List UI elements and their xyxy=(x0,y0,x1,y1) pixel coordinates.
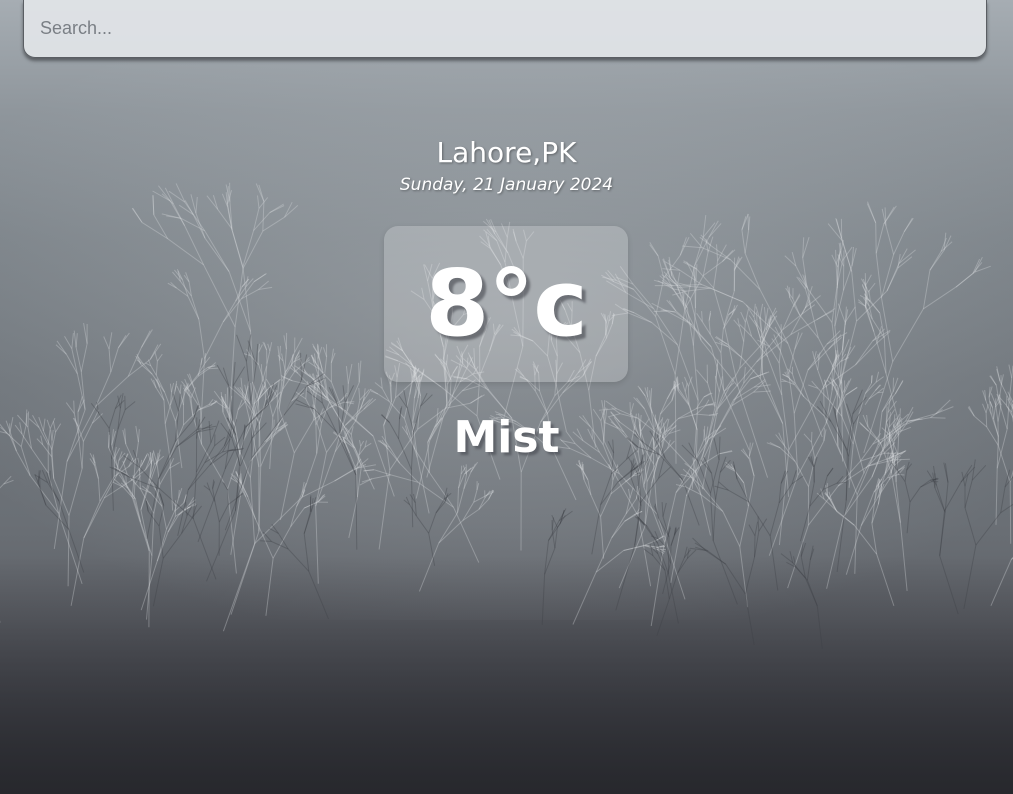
temperature-panel: 8°c xyxy=(384,226,628,382)
frosted-bushes-background xyxy=(0,60,1013,649)
temperature-value: 8°c xyxy=(425,250,588,357)
date-label: Sunday, 21 January 2024 xyxy=(399,175,614,195)
location-label: Lahore,PK xyxy=(436,136,577,169)
search-bar xyxy=(23,0,987,58)
weather-condition: Mist xyxy=(453,412,560,463)
search-input[interactable] xyxy=(23,0,987,58)
